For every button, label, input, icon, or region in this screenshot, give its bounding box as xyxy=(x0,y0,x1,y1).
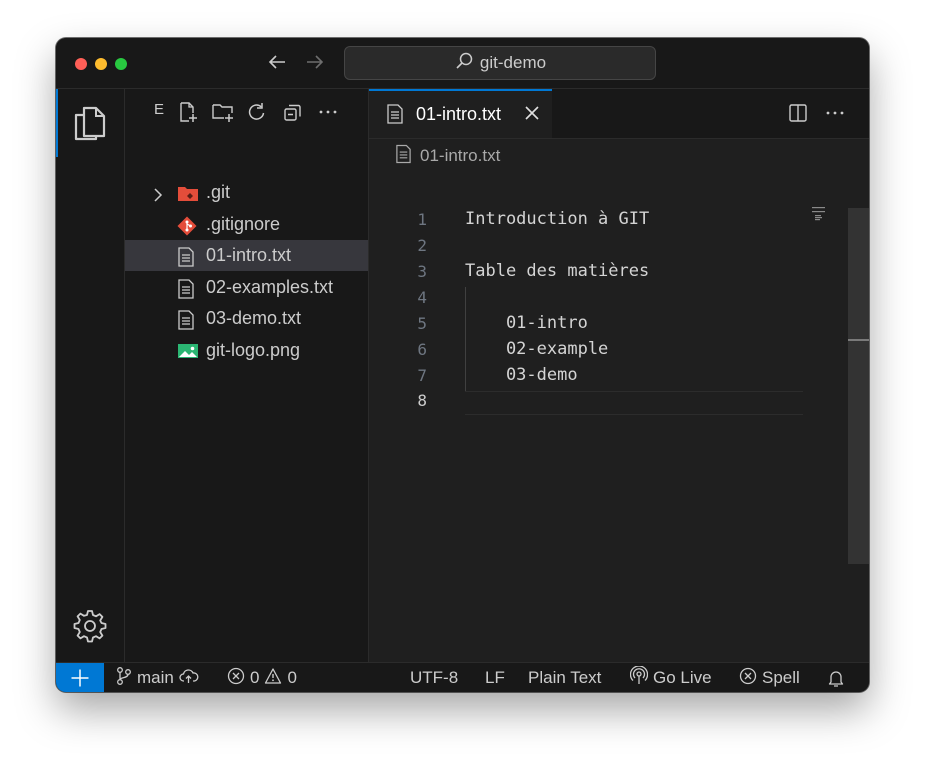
tree-item-label: 03-demo.txt xyxy=(206,308,302,328)
activity-bar xyxy=(56,89,125,662)
broadcast-icon xyxy=(629,664,649,691)
warning-count: 0 xyxy=(287,668,297,687)
line-number: 3 xyxy=(417,262,427,281)
close-icon[interactable] xyxy=(524,105,540,126)
line-number: 7 xyxy=(417,366,427,385)
error-icon xyxy=(227,667,245,690)
eol-label: LF xyxy=(485,668,505,687)
explorer-sidebar: E .git .gitignore 01-intro.txt 02-exampl… xyxy=(125,89,369,662)
bell-icon[interactable] xyxy=(827,663,845,692)
circle-x-icon xyxy=(739,667,757,690)
text-file-icon xyxy=(395,144,412,169)
line-number: 6 xyxy=(417,340,427,359)
remote-indicator[interactable] xyxy=(56,663,104,692)
tree-item-03-demo[interactable]: 03-demo.txt xyxy=(125,303,368,334)
go-live-label: Go Live xyxy=(653,668,712,687)
minimap[interactable] xyxy=(812,207,832,228)
collapse-all-icon[interactable] xyxy=(282,101,304,128)
more-icon[interactable] xyxy=(317,101,339,128)
arrow-right-icon[interactable] xyxy=(304,51,326,78)
cloud-sync-icon[interactable] xyxy=(179,667,199,690)
breadcrumb[interactable]: 01-intro.txt xyxy=(395,144,501,169)
warning-icon xyxy=(264,667,282,690)
editor-area: 01-intro.txt 01-intro.txt 1 2 3 4 5 6 7 xyxy=(369,89,869,662)
command-center-search[interactable]: git-demo xyxy=(344,46,656,80)
explorer-title: E xyxy=(154,101,165,118)
git-folder-icon xyxy=(177,184,199,207)
spell-label: Spell xyxy=(762,668,800,687)
spell-button[interactable]: Spell xyxy=(739,663,800,692)
current-line-highlight xyxy=(465,391,803,415)
zoom-window-button[interactable] xyxy=(115,58,127,70)
problems-status[interactable]: 0 0 xyxy=(227,663,297,692)
gear-icon[interactable] xyxy=(72,608,108,649)
tree-item-git-logo[interactable]: git-logo.png xyxy=(125,335,368,366)
vertical-scrollbar[interactable] xyxy=(848,208,869,564)
text-file-icon xyxy=(177,310,195,335)
new-folder-icon[interactable] xyxy=(211,101,235,128)
line-number: 1 xyxy=(417,210,427,229)
branch-name: main xyxy=(137,668,174,687)
language-status[interactable]: Plain Text xyxy=(528,663,601,692)
git-file-icon xyxy=(177,216,197,241)
active-indicator xyxy=(56,89,58,157)
breadcrumb-label: 01-intro.txt xyxy=(420,146,501,165)
line-number: 4 xyxy=(417,288,427,307)
tab-bar: 01-intro.txt xyxy=(369,89,869,139)
error-count: 0 xyxy=(250,668,260,687)
scrollbar-cursor-marker xyxy=(848,339,869,341)
code-line[interactable]: 02-example xyxy=(465,339,608,359)
tab-01-intro[interactable]: 01-intro.txt xyxy=(369,89,552,138)
new-file-icon[interactable] xyxy=(177,101,199,128)
tab-label: 01-intro.txt xyxy=(416,104,502,124)
encoding-label: UTF-8 xyxy=(410,668,459,687)
more-icon[interactable] xyxy=(824,103,846,128)
refresh-icon[interactable] xyxy=(246,101,268,128)
image-file-icon xyxy=(177,342,199,365)
tree-item-label: .git xyxy=(206,182,231,202)
text-file-icon xyxy=(177,279,195,304)
title-bar: git-demo xyxy=(56,38,869,89)
code-line[interactable]: 01-intro xyxy=(465,313,588,333)
tree-item-label: .gitignore xyxy=(206,214,281,234)
git-branch-icon xyxy=(116,666,132,691)
arrow-left-icon[interactable] xyxy=(266,51,288,78)
go-live-button[interactable]: Go Live xyxy=(629,663,712,692)
split-editor-icon[interactable] xyxy=(788,103,808,128)
line-number: 8 xyxy=(417,391,427,410)
files-icon[interactable] xyxy=(73,104,107,147)
tree-item-01-intro[interactable]: 01-intro.txt xyxy=(125,240,368,271)
close-window-button[interactable] xyxy=(75,58,87,70)
tree-item-label: 02-examples.txt xyxy=(206,277,334,297)
tree-item-label: 01-intro.txt xyxy=(206,245,292,265)
code-line[interactable]: Table des matières xyxy=(465,261,649,281)
command-center-label: git-demo xyxy=(479,53,547,72)
chevron-right-icon[interactable] xyxy=(152,186,164,207)
line-number: 2 xyxy=(417,236,427,255)
vscode-window: git-demo E .git .gitignore 01-intro.txt … xyxy=(56,38,869,692)
language-label: Plain Text xyxy=(528,668,602,687)
code-line[interactable]: Introduction à GIT xyxy=(465,209,649,229)
code-line[interactable]: 03-demo xyxy=(465,365,578,385)
encoding-status[interactable]: UTF-8 xyxy=(410,663,458,692)
search-icon xyxy=(454,51,474,76)
tree-item-label: git-logo.png xyxy=(206,340,301,360)
text-file-icon xyxy=(386,104,404,129)
status-bar: main 0 0 UTF-8 LF Plain Text Go Live Spe… xyxy=(56,662,869,692)
minimize-window-button[interactable] xyxy=(95,58,107,70)
line-number: 5 xyxy=(417,314,427,333)
tree-item-02-examples[interactable]: 02-examples.txt xyxy=(125,272,368,303)
branch-status[interactable]: main xyxy=(116,663,199,692)
tree-item-git-folder[interactable]: .git xyxy=(125,177,368,208)
tree-item-gitignore[interactable]: .gitignore xyxy=(125,209,368,240)
text-file-icon xyxy=(177,247,195,272)
eol-status[interactable]: LF xyxy=(485,663,505,692)
